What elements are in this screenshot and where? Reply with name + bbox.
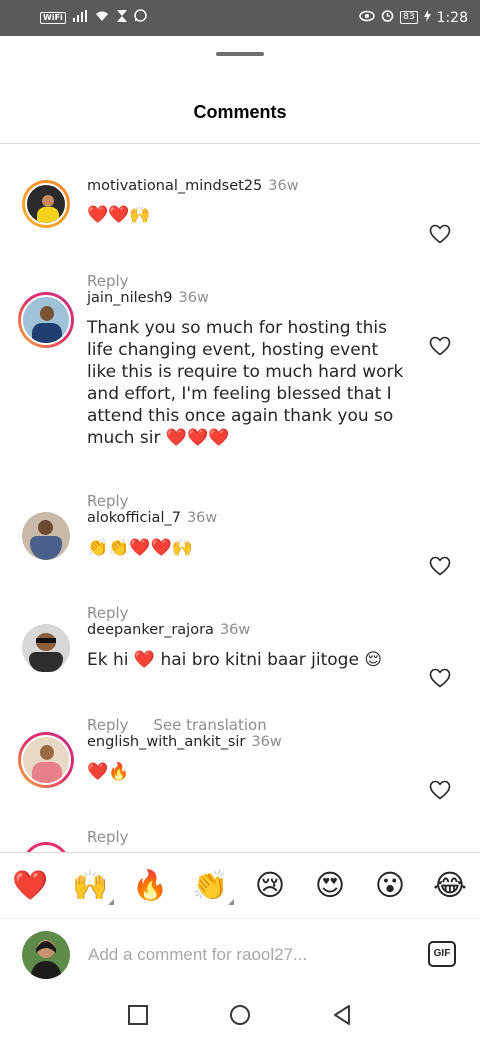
emoji-fire[interactable]: 🔥 <box>130 867 170 903</box>
battery-indicator: 83 <box>400 11 418 24</box>
system-nav-bar <box>0 988 480 1041</box>
charging-icon <box>423 9 431 26</box>
comment-text: 👏👏❤️❤️🙌 <box>87 538 193 558</box>
whatsapp-icon <box>134 9 147 26</box>
comment-time: 36w <box>219 622 251 638</box>
sheet-title: Comments <box>193 102 287 122</box>
comment-text: ❤️🔥 <box>87 762 130 782</box>
comment-actions: Reply <box>87 828 149 846</box>
emoji-heart-eyes[interactable]: 😍 <box>310 867 350 903</box>
comment-header: motivational_mindset25 36w <box>87 178 299 194</box>
like-heart-icon[interactable] <box>428 666 452 690</box>
like-heart-icon[interactable] <box>428 778 452 802</box>
comment-text: Thank you so much for hosting this life … <box>87 318 404 448</box>
emoji-clapping-glyph: 👏 <box>191 868 229 902</box>
clock: 1:28 <box>436 9 468 26</box>
wifi-icon <box>94 10 110 26</box>
hourglass-icon <box>116 9 127 26</box>
emoji-red-heart[interactable]: ❤️ <box>10 867 50 903</box>
skin-tone-indicator <box>108 899 114 905</box>
comment-time: 36w <box>251 734 282 750</box>
avatar[interactable] <box>22 624 70 672</box>
emoji-surprised[interactable]: 😮 <box>370 867 410 903</box>
comment-input[interactable] <box>88 941 408 969</box>
comment-username[interactable]: alokofficial_7 <box>87 510 181 526</box>
comment-actions: Reply <box>87 492 149 510</box>
eye-icon <box>359 10 375 26</box>
wifi-tag-icon: WiFi <box>40 11 66 24</box>
gif-button[interactable]: GIF <box>428 941 456 967</box>
partial-comment-avatar <box>22 842 70 852</box>
back-triangle-icon[interactable] <box>331 1004 353 1026</box>
like-heart-icon[interactable] <box>428 554 452 578</box>
comment-username[interactable]: english_with_ankit_sir <box>87 734 245 750</box>
comment-time: 36w <box>178 290 209 306</box>
emoji-crying[interactable]: 😢 <box>250 867 290 903</box>
emoji-laughing[interactable]: 😂 <box>430 867 470 903</box>
avatar[interactable] <box>18 292 74 348</box>
drag-handle[interactable] <box>216 52 264 56</box>
reply-button[interactable]: Reply <box>87 604 129 622</box>
comment-username[interactable]: jain_nilesh9 <box>87 290 173 306</box>
avatar[interactable] <box>22 180 70 228</box>
reply-button[interactable]: Reply <box>87 828 129 846</box>
comment-actions: Reply See translation <box>87 716 287 734</box>
emoji-clapping[interactable]: 👏 <box>190 867 234 905</box>
divider <box>0 143 480 144</box>
status-bar: WiFi 83 1:28 <box>0 0 480 36</box>
reply-button[interactable]: Reply <box>87 272 129 290</box>
home-circle-icon[interactable] <box>229 1004 251 1026</box>
comment-time: 36w <box>186 510 218 526</box>
see-translation-button[interactable]: See translation <box>153 716 266 734</box>
emoji-raised-hands[interactable]: 🙌 <box>70 867 114 905</box>
comment-input-bar: GIF <box>0 918 480 989</box>
comment-header: alokofficial_7 36w <box>87 510 217 526</box>
comment-header: deepanker_rajora 36w <box>87 622 250 638</box>
comment-username[interactable]: motivational_mindset25 <box>87 178 262 194</box>
comment-actions: Reply <box>87 604 149 622</box>
recents-square-icon[interactable] <box>127 1004 149 1026</box>
like-heart-icon[interactable] <box>428 334 452 358</box>
reply-button[interactable]: Reply <box>87 492 129 510</box>
skin-tone-indicator <box>228 899 234 905</box>
comment-header: jain_nilesh9 36w <box>87 290 209 306</box>
alarm-icon <box>381 9 394 26</box>
current-user-avatar <box>22 931 70 979</box>
like-heart-icon[interactable] <box>428 222 452 246</box>
comment-actions: Reply <box>87 272 149 290</box>
comment-username[interactable]: deepanker_rajora <box>87 622 214 638</box>
emoji-reaction-bar: ❤️ 🙌 🔥 👏 😢 😍 😮 😂 <box>0 852 480 919</box>
signal-icon <box>72 9 87 26</box>
reply-button[interactable]: Reply <box>87 716 129 734</box>
comment-text: ❤️❤️🙌 <box>87 205 151 225</box>
avatar[interactable] <box>18 732 74 788</box>
status-bar-right: 83 1:28 <box>359 9 468 26</box>
avatar[interactable] <box>22 512 70 560</box>
emoji-raised-hands-glyph: 🙌 <box>71 868 109 902</box>
status-bar-left: WiFi <box>40 9 147 26</box>
comment-time: 36w <box>268 178 299 194</box>
comment-header: english_with_ankit_sir 36w <box>87 734 282 750</box>
comment-text: Ek hi ❤️ hai bro kitni baar jitoge 😌 <box>87 650 383 670</box>
